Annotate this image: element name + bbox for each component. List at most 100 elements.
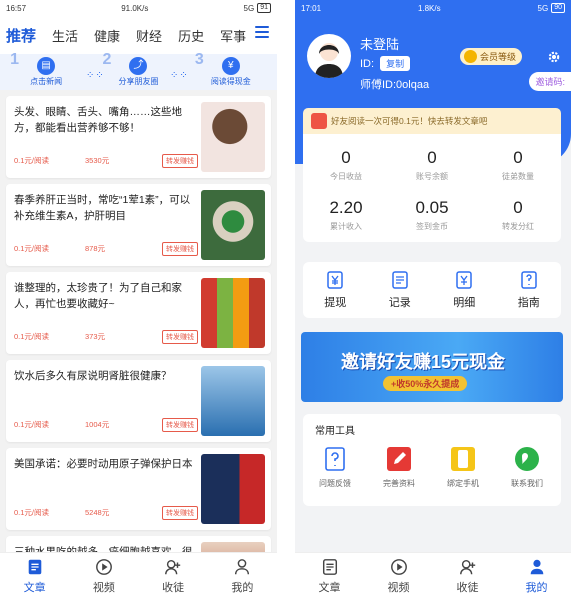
stat-label: 累计收入 bbox=[330, 222, 362, 231]
user-id-row: ID: 复制 bbox=[360, 56, 411, 71]
promo-label: 阅读得现金 bbox=[210, 77, 251, 86]
edit-icon bbox=[387, 447, 411, 471]
tools-title: 常用工具 bbox=[315, 426, 355, 437]
tab-articles[interactable]: 文章 bbox=[0, 553, 69, 600]
tab-recommend[interactable]: 推荐 bbox=[6, 25, 36, 46]
share-earn-button[interactable]: 转发赚钱 bbox=[162, 242, 198, 256]
tool-profile-edit[interactable]: 完善资料 bbox=[367, 446, 431, 489]
add-user-icon bbox=[165, 559, 181, 575]
status-time: 17:01 bbox=[301, 3, 322, 13]
banner-subtitle: +收50%永久提成 bbox=[383, 376, 468, 391]
article-reward: 0.1元/阅读 bbox=[14, 244, 50, 253]
article-card[interactable]: 美国承诺：必要时动用原子弹保护日本 0.1元/阅读 5248元 转发赚钱 bbox=[6, 448, 271, 530]
status-bar: 17:01 1.8K/s 5G 90 bbox=[295, 0, 571, 16]
tool-feedback[interactable]: 问题反馈 bbox=[303, 446, 367, 489]
notice-bar[interactable]: 好友阅读一次可得0.1元！快去转发文章吧 bbox=[303, 108, 561, 134]
article-earnings: 1004元 bbox=[85, 420, 110, 429]
avatar[interactable] bbox=[307, 34, 351, 78]
guide-icon bbox=[521, 271, 537, 289]
tab-label: 视频 bbox=[387, 582, 410, 594]
tab-label: 文章 bbox=[23, 582, 46, 594]
action-label: 记录 bbox=[388, 297, 411, 309]
stat-share-dividend[interactable]: 0 转发分红 bbox=[475, 198, 561, 232]
stat-balance[interactable]: 0 账号余额 bbox=[389, 148, 475, 182]
article-card[interactable]: 头发、眼睛、舌头、嘴角……这些地方，都能看出营养够不够！ 0.1元/阅读 3530… bbox=[6, 96, 271, 178]
tab-label: 我的 bbox=[231, 582, 254, 594]
guide-button[interactable]: 指南 bbox=[518, 270, 540, 310]
stat-total-income[interactable]: 2.20 累计收入 bbox=[303, 198, 389, 232]
article-thumbnail bbox=[201, 190, 265, 260]
tab-label: 我的 bbox=[525, 582, 548, 594]
stat-value: 0.05 bbox=[415, 198, 449, 217]
tab-finance[interactable]: 财经 bbox=[136, 26, 162, 45]
status-speed: 1.8K/s bbox=[417, 3, 441, 13]
article-card[interactable]: 春季养肝正当时，常吃“1荤1素”，可以补充维生素A，护肝明目 0.1元/阅读 87… bbox=[6, 184, 271, 266]
tab-recruit[interactable]: 收徒 bbox=[433, 553, 502, 600]
tab-articles[interactable]: 文章 bbox=[295, 553, 364, 600]
share-earn-button[interactable]: 转发赚钱 bbox=[162, 330, 198, 344]
stat-checkin-coins[interactable]: 0.05 签到金币 bbox=[389, 198, 475, 232]
tool-bind-phone[interactable]: 绑定手机 bbox=[431, 446, 495, 489]
tab-history[interactable]: 历史 bbox=[178, 26, 204, 45]
stat-value: 0 bbox=[513, 198, 523, 217]
master-id: 师傅ID:0olqaa bbox=[360, 79, 430, 91]
banner-title: 邀请好友赚15元现金 bbox=[341, 352, 506, 372]
article-earnings: 3530元 bbox=[85, 156, 110, 165]
member-level-badge[interactable]: 会员等级 bbox=[460, 48, 523, 65]
copy-button[interactable]: 复制 bbox=[380, 56, 411, 71]
stat-label: 今日收益 bbox=[330, 172, 362, 181]
cash-icon: ¥ bbox=[221, 57, 240, 75]
article-title: 美国承诺：必要时动用原子弹保护日本 bbox=[14, 458, 193, 470]
tab-label: 视频 bbox=[92, 582, 115, 594]
crown-icon bbox=[464, 50, 477, 63]
tool-contact[interactable]: 联系我们 bbox=[495, 446, 559, 489]
tab-health[interactable]: 健康 bbox=[94, 26, 120, 45]
articles-screen: 16:57 91.0K/s 5G 91 推荐 生活 健康 财经 历史 军事 1 … bbox=[0, 0, 277, 600]
common-tools: 常用工具 问题反馈 完善资料 绑定手机 联系我们 bbox=[303, 414, 561, 506]
network-label: 5G bbox=[537, 3, 549, 13]
stat-today-income[interactable]: 0 今日收益 bbox=[303, 148, 389, 182]
detail-button[interactable]: 明细 bbox=[453, 270, 475, 310]
tab-life[interactable]: 生活 bbox=[52, 26, 78, 45]
gear-icon[interactable] bbox=[547, 50, 561, 64]
stat-apprentices[interactable]: 0 徒弟数量 bbox=[475, 148, 561, 182]
article-title: 谁整理的，太珍贵了！为了自己和家人，再忙也要收藏好~ bbox=[14, 282, 182, 310]
article-earnings: 5248元 bbox=[85, 508, 110, 517]
tab-recruit[interactable]: 收徒 bbox=[139, 553, 208, 600]
promo-label: 点击新闻 bbox=[30, 77, 63, 86]
quick-actions: 提现 记录 明细 指南 bbox=[303, 262, 561, 318]
stat-value: 0 bbox=[427, 148, 437, 167]
article-card[interactable]: 饮水后多久有尿说明肾脏很健康？ 0.1元/阅读 1004元 转发赚钱 bbox=[6, 360, 271, 442]
step-number: 3 bbox=[194, 51, 204, 68]
stat-value: 0 bbox=[513, 148, 523, 167]
tool-label: 联系我们 bbox=[511, 479, 543, 488]
record-button[interactable]: 记录 bbox=[389, 270, 411, 310]
share-earn-button[interactable]: 转发赚钱 bbox=[162, 506, 198, 520]
promo-step-cash[interactable]: 3 ¥ 阅读得现金 bbox=[191, 51, 271, 87]
menu-icon[interactable] bbox=[255, 26, 269, 40]
promo-step-share[interactable]: 2 ⤴ 分享朋友圈 bbox=[98, 51, 178, 87]
stat-label: 转发分红 bbox=[502, 222, 534, 231]
status-speed: 91.0K/s bbox=[121, 3, 149, 13]
profile-screen: 17:01 1.8K/s 5G 90 未登陆 ID: 复制 师傅ID:0olqa… bbox=[295, 0, 571, 600]
article-title: 饮水后多久有尿说明肾脏很健康？ bbox=[14, 370, 172, 382]
invite-code-button[interactable]: 邀请码: bbox=[529, 72, 571, 91]
share-earn-button[interactable]: 转发赚钱 bbox=[162, 154, 198, 168]
tab-videos[interactable]: 视频 bbox=[364, 553, 433, 600]
tab-mine[interactable]: 我的 bbox=[208, 553, 277, 600]
tab-label: 收徒 bbox=[162, 582, 185, 594]
tab-mine[interactable]: 我的 bbox=[502, 553, 571, 600]
action-label: 指南 bbox=[517, 297, 540, 309]
user-icon bbox=[235, 559, 250, 575]
article-card[interactable]: 谁整理的，太珍贵了！为了自己和家人，再忙也要收藏好~ 0.1元/阅读 373元 转… bbox=[6, 272, 271, 354]
share-earn-button[interactable]: 转发赚钱 bbox=[162, 418, 198, 432]
tab-videos[interactable]: 视频 bbox=[69, 553, 138, 600]
promo-step-read-news[interactable]: 1 ▤ 点击新闻 bbox=[6, 51, 86, 87]
notice-text: 好友阅读一次可得0.1元！快去转发文章吧 bbox=[331, 116, 488, 126]
username[interactable]: 未登陆 bbox=[360, 34, 399, 53]
withdraw-button[interactable]: 提现 bbox=[324, 270, 346, 310]
battery-icon: 90 bbox=[551, 3, 565, 13]
tab-military[interactable]: 军事 bbox=[220, 26, 246, 45]
invite-banner[interactable]: 邀请好友赚15元现金 +收50%永久提成 bbox=[301, 332, 563, 402]
stat-label: 账号余额 bbox=[416, 172, 448, 181]
